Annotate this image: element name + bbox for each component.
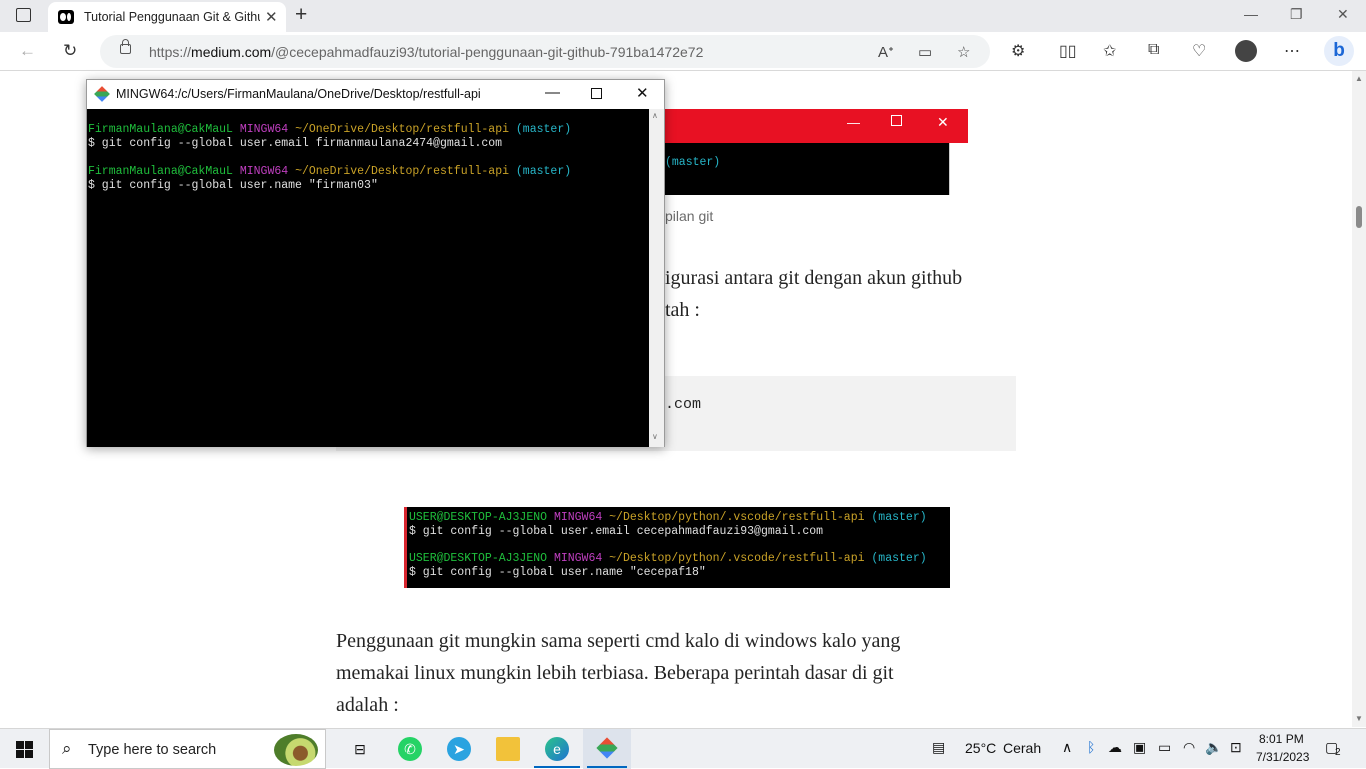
- shot2-line-1: USER@DESKTOP-AJ3JENO MINGW64 ~/Desktop/p…: [409, 511, 927, 524]
- new-tab-button[interactable]: +: [295, 3, 307, 27]
- screen-capture-icon[interactable]: ▣: [1133, 739, 1146, 756]
- bing-copilot-icon[interactable]: b: [1324, 36, 1354, 66]
- task-view-icon[interactable]: ⊟: [348, 737, 372, 761]
- battery-icon[interactable]: ▭: [1158, 739, 1171, 756]
- screenshot-branch: (master): [665, 156, 721, 169]
- wifi-icon[interactable]: ◠: [1183, 739, 1195, 756]
- immersive-reader-icon[interactable]: ▭: [918, 43, 932, 61]
- volume-icon[interactable]: 🔈: [1205, 739, 1222, 756]
- terminal-screen[interactable]: FirmanMaulana@CakMauL MINGW64 ~/OneDrive…: [87, 109, 649, 447]
- restore-button[interactable]: ❐: [1290, 6, 1303, 23]
- show-hidden-icons-chevron-icon[interactable]: ∧: [1062, 739, 1072, 756]
- start-button[interactable]: [16, 741, 33, 758]
- git-bash-taskbar-button[interactable]: [583, 729, 631, 769]
- git-bash-window[interactable]: MINGW64:/c/Users/FirmanMaulana/OneDrive/…: [86, 79, 665, 447]
- refresh-icon[interactable]: ↻: [63, 41, 77, 61]
- whatsapp-icon[interactable]: ✆: [398, 737, 422, 761]
- terminal-title: MINGW64:/c/Users/FirmanMaulana/OneDrive/…: [116, 87, 481, 101]
- shot2-line-3: USER@DESKTOP-AJ3JENO MINGW64 ~/Desktop/p…: [409, 552, 927, 565]
- terminal-maximize-button[interactable]: [591, 88, 602, 99]
- terminal-scroll-down-icon[interactable]: ∨: [652, 432, 658, 441]
- extensions-icon[interactable]: ⚙: [1011, 41, 1025, 61]
- taskbar-search-box[interactable]: ⌕ Type here to search: [49, 729, 326, 769]
- cloud-sync-icon[interactable]: ☁: [1108, 739, 1122, 756]
- battery-status-icon[interactable]: ⊡: [1230, 739, 1242, 756]
- tab-actions-icon[interactable]: [16, 8, 31, 22]
- tab-close-icon[interactable]: ✕: [265, 8, 278, 26]
- shot2-line-2: $ git config --global user.email cecepah…: [409, 525, 824, 538]
- clock-date[interactable]: 7/31/2023: [1256, 750, 1309, 764]
- paragraph-2-line-1: Penggunaan git mungkin sama seperti cmd …: [336, 630, 901, 652]
- weather-condition[interactable]: Cerah: [1003, 740, 1041, 756]
- back-arrow-icon[interactable]: ←: [19, 41, 36, 61]
- page-scrollbar[interactable]: ▲ ▼: [1352, 71, 1366, 727]
- paragraph-2-line-2: memakai linux mungkin lebih terbiasa. Be…: [336, 662, 894, 684]
- screenshot-close-icon: ✕: [937, 114, 949, 130]
- terminal-command-1: $ git config --global user.email firmanm…: [88, 137, 503, 150]
- windows-taskbar: ⌕ Type here to search ⊟ ✆ ➤ e ▤ 25°C Cer…: [0, 728, 1366, 769]
- terminal-titlebar[interactable]: MINGW64:/c/Users/FirmanMaulana/OneDrive/…: [87, 80, 664, 109]
- paragraph-1-line-2: tah :: [665, 299, 700, 321]
- article-screenshot-2: USER@DESKTOP-AJ3JENO MINGW64 ~/Desktop/p…: [404, 507, 950, 588]
- profile-avatar[interactable]: [1235, 40, 1257, 62]
- git-logo-icon: [94, 86, 110, 102]
- performance-icon[interactable]: ♡: [1192, 41, 1206, 61]
- weather-icon[interactable]: ▤: [932, 739, 945, 756]
- git-bash-taskbar-icon: [596, 737, 618, 759]
- image-caption: pilan git: [665, 208, 714, 224]
- collections-icon[interactable]: ⧉: [1148, 41, 1159, 59]
- minimize-button[interactable]: —: [1244, 6, 1258, 22]
- paragraph-1-line-1: igurasi antara git dengan akun github: [665, 267, 963, 289]
- shot2-line-4: $ git config --global user.name "cecepaf…: [409, 566, 706, 579]
- terminal-scroll-up-icon[interactable]: ∧: [652, 111, 658, 120]
- more-menu-icon[interactable]: ⋯: [1284, 41, 1300, 61]
- windows-logo-icon: [16, 741, 33, 758]
- address-bar[interactable]: https://medium.com/@cecepahmadfauzi93/tu…: [100, 35, 990, 68]
- screenshot-scrollbar: [949, 143, 968, 195]
- terminal-command-2: $ git config --global user.name "firman0…: [88, 179, 378, 192]
- browser-tab[interactable]: Tutorial Penggunaan Git & Github ✕: [48, 2, 286, 32]
- bluetooth-icon[interactable]: ᛒ: [1087, 739, 1095, 755]
- screenshot-titlebar: — ✕: [663, 109, 968, 143]
- search-icon: ⌕: [62, 739, 72, 758]
- scroll-up-arrow-icon[interactable]: ▲: [1355, 74, 1363, 83]
- favorites-icon[interactable]: ✩: [1103, 41, 1116, 61]
- scroll-thumb[interactable]: [1356, 206, 1362, 228]
- favorite-star-icon[interactable]: ☆: [957, 43, 970, 61]
- avocado-search-highlight-icon: [274, 734, 318, 766]
- tab-title: Tutorial Penggunaan Git & Github: [84, 10, 260, 24]
- url-text[interactable]: https://medium.com/@cecepahmadfauzi93/tu…: [149, 44, 703, 60]
- terminal-scrollbar[interactable]: ∧ ∨: [649, 109, 664, 447]
- terminal-prompt-1: FirmanMaulana@CakMauL MINGW64 ~/OneDrive…: [88, 123, 572, 136]
- file-explorer-icon[interactable]: [496, 737, 520, 761]
- browser-tab-bar: Tutorial Penggunaan Git & Github ✕ + — ❐…: [0, 0, 1366, 32]
- edge-browser-icon[interactable]: e: [545, 737, 569, 761]
- code-text: .com: [665, 396, 702, 413]
- read-aloud-icon[interactable]: Aᐩ: [878, 43, 894, 61]
- terminal-minimize-button[interactable]: —: [545, 84, 560, 101]
- clock-time[interactable]: 8:01 PM: [1259, 732, 1304, 746]
- screenshot-maximize-icon: [891, 115, 902, 126]
- terminal-prompt-2: FirmanMaulana@CakMauL MINGW64 ~/OneDrive…: [88, 165, 572, 178]
- scroll-down-arrow-icon[interactable]: ▼: [1355, 714, 1363, 723]
- terminal-close-button[interactable]: ✕: [636, 84, 649, 102]
- article-screenshot-1: — ✕ (master): [663, 109, 968, 195]
- screenshot-minimize-icon: —: [847, 115, 860, 130]
- close-window-button[interactable]: ✕: [1337, 6, 1349, 23]
- weather-temperature[interactable]: 25°C: [965, 740, 996, 756]
- lock-icon: [120, 39, 131, 54]
- medium-favicon-icon: [58, 10, 74, 24]
- split-screen-icon[interactable]: ▯▯: [1059, 41, 1077, 61]
- search-placeholder: Type here to search: [88, 742, 217, 758]
- browser-toolbar: ← ↻ https://medium.com/@cecepahmadfauzi9…: [0, 32, 1366, 71]
- paragraph-2-line-3: adalah :: [336, 694, 399, 716]
- telegram-icon[interactable]: ➤: [447, 737, 471, 761]
- notification-count-badge: 2: [1335, 747, 1341, 758]
